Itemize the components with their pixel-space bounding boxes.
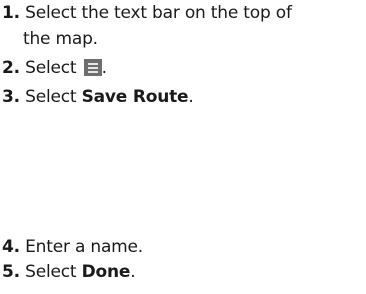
- step-2: 2. Select .: [2, 55, 364, 81]
- step-punctuation: .: [130, 262, 136, 282]
- step-text: Select: [25, 58, 77, 78]
- step-5: 5. Select Done.: [2, 259, 364, 285]
- step-text: Select the text bar on the top of: [25, 3, 292, 23]
- step-text: Select: [25, 87, 77, 107]
- step-number: 3.: [2, 87, 20, 107]
- step-text: Enter a name.: [25, 237, 143, 257]
- step-number: 4.: [2, 237, 20, 257]
- step-1: 1. Select the text bar on the top of the…: [2, 0, 364, 52]
- step-number: 2.: [2, 58, 20, 78]
- step-text: Select: [25, 262, 77, 282]
- step-3: 3. Select Save Route.: [2, 84, 364, 110]
- step-punctuation: .: [188, 87, 194, 107]
- menu-icon: [83, 59, 102, 76]
- done-label: Done: [81, 262, 131, 282]
- step-number: 5.: [2, 262, 20, 282]
- save-route-label: Save Route: [81, 87, 189, 107]
- step-text-continuation: the map.: [23, 29, 98, 49]
- step-number: 1.: [2, 3, 20, 23]
- step-punctuation: .: [101, 58, 107, 78]
- step-4: 4. Enter a name.: [2, 234, 364, 260]
